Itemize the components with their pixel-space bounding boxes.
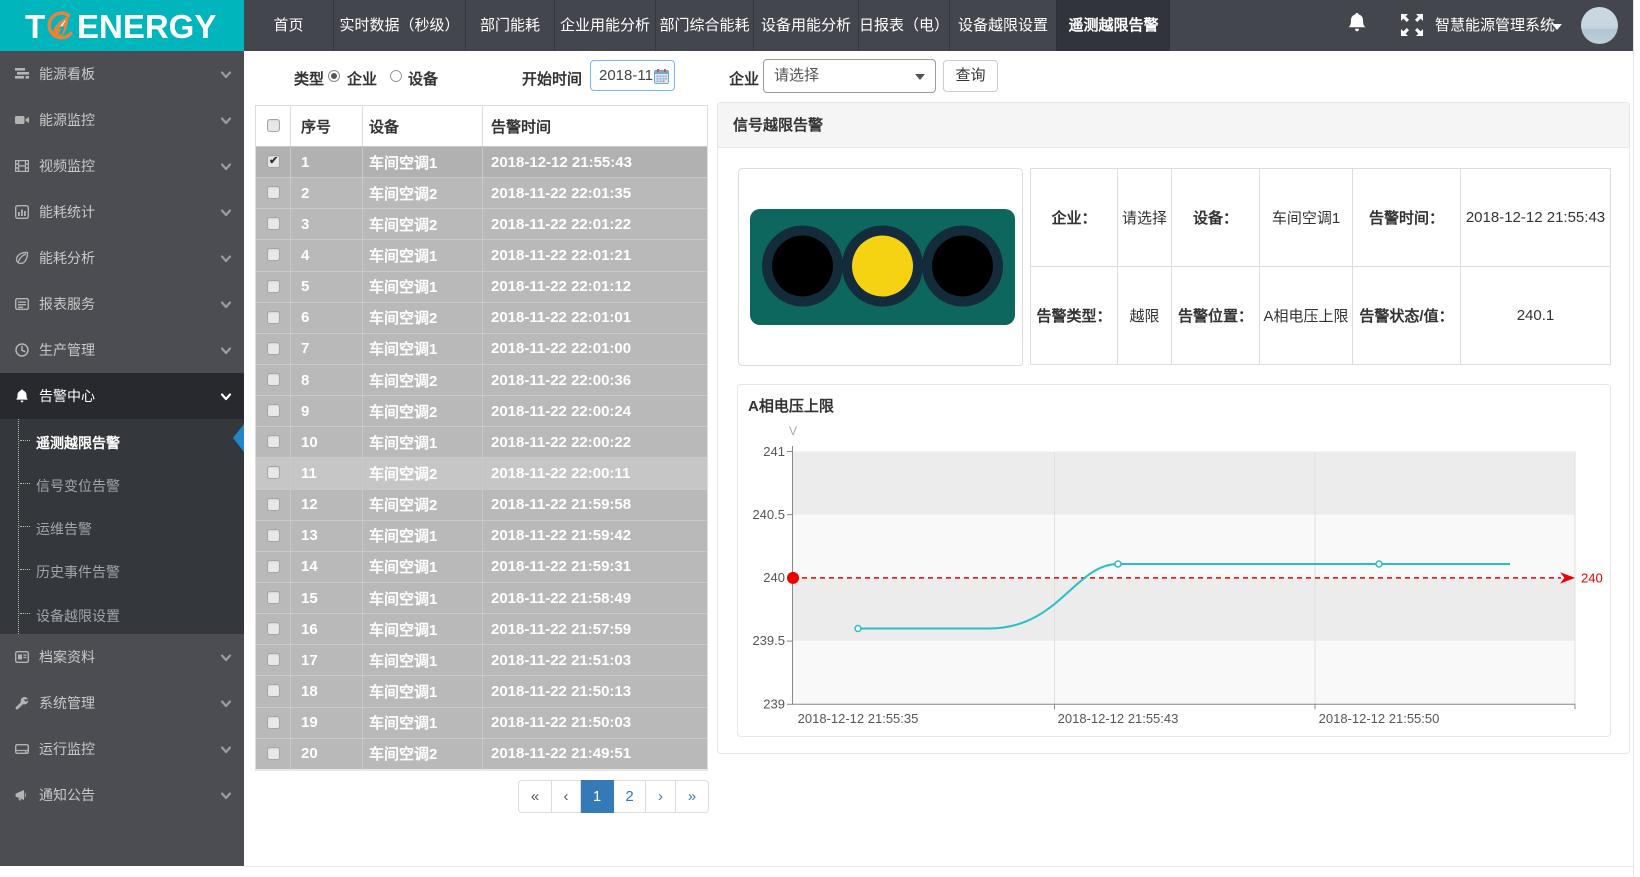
svg-text:239: 239 <box>763 697 785 712</box>
svg-text:2018-12-12 21:55:43: 2018-12-12 21:55:43 <box>1058 711 1179 726</box>
svg-text:241: 241 <box>763 444 785 459</box>
svg-text:2018-12-12 21:55:35: 2018-12-12 21:55:35 <box>798 711 919 726</box>
svg-text:V: V <box>789 424 797 438</box>
svg-text:240: 240 <box>763 570 785 585</box>
svg-text:240: 240 <box>1581 571 1603 586</box>
svg-text:ENERGY: ENERGY <box>77 8 216 45</box>
svg-text:239.5: 239.5 <box>752 633 785 648</box>
svg-text:2018-12-12 21:55:50: 2018-12-12 21:55:50 <box>1319 711 1440 726</box>
svg-text:T: T <box>25 8 45 45</box>
svg-text:240.5: 240.5 <box>752 507 785 522</box>
